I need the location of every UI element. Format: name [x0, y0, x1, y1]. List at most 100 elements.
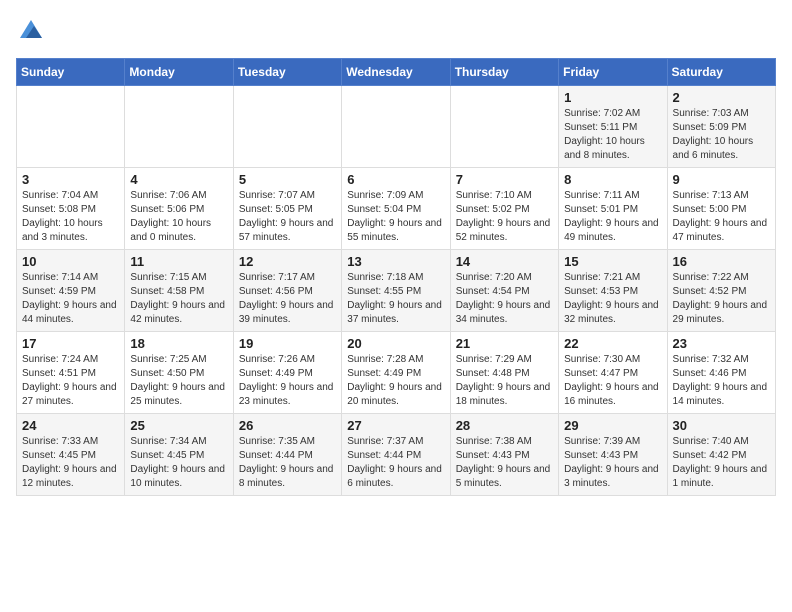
calendar-cell [233, 86, 341, 168]
day-info: Sunrise: 7:13 AM Sunset: 5:00 PM Dayligh… [673, 189, 770, 245]
day-info: Sunrise: 7:35 AM Sunset: 4:44 PM Dayligh… [239, 435, 336, 491]
day-info: Sunrise: 7:15 AM Sunset: 4:58 PM Dayligh… [130, 271, 227, 327]
calendar-week-row: 10Sunrise: 7:14 AM Sunset: 4:59 PM Dayli… [17, 250, 776, 332]
day-info: Sunrise: 7:18 AM Sunset: 4:55 PM Dayligh… [347, 271, 444, 327]
calendar-cell: 28 Sunrise: 7:38 AM Sunset: 4:43 PM Dayli… [450, 414, 558, 496]
day-number: 25 [130, 418, 227, 433]
calendar-cell [125, 86, 233, 168]
day-info: Sunrise: 7:25 AM Sunset: 4:50 PM Dayligh… [130, 353, 227, 409]
day-info: Sunrise: 7:40 AM Sunset: 4:42 PM Dayligh… [673, 435, 770, 491]
day-number: 30 [673, 418, 770, 433]
day-info: Sunrise: 7:26 AM Sunset: 4:49 PM Dayligh… [239, 353, 336, 409]
calendar-cell: 24 Sunrise: 7:33 AM Sunset: 4:45 PM Dayli… [17, 414, 125, 496]
day-number: 6 [347, 172, 444, 187]
day-number: 29 [564, 418, 661, 433]
calendar-cell: 30 Sunrise: 7:40 AM Sunset: 4:42 PM Dayli… [667, 414, 775, 496]
page-header [16, 16, 776, 46]
day-info: Sunrise: 7:37 AM Sunset: 4:44 PM Dayligh… [347, 435, 444, 491]
day-info: Sunrise: 7:39 AM Sunset: 4:43 PM Dayligh… [564, 435, 661, 491]
calendar-cell: 3 Sunrise: 7:04 AM Sunset: 5:08 PM Daylig… [17, 168, 125, 250]
day-info: Sunrise: 7:17 AM Sunset: 4:56 PM Dayligh… [239, 271, 336, 327]
calendar-cell: 10Sunrise: 7:14 AM Sunset: 4:59 PM Dayli… [17, 250, 125, 332]
day-number: 24 [22, 418, 119, 433]
calendar-cell: 29 Sunrise: 7:39 AM Sunset: 4:43 PM Dayli… [559, 414, 667, 496]
day-info: Sunrise: 7:09 AM Sunset: 5:04 PM Dayligh… [347, 189, 444, 245]
calendar-cell: 20 Sunrise: 7:28 AM Sunset: 4:49 PM Dayli… [342, 332, 450, 414]
calendar-cell: 12 Sunrise: 7:17 AM Sunset: 4:56 PM Dayli… [233, 250, 341, 332]
calendar-cell: 21 Sunrise: 7:29 AM Sunset: 4:48 PM Dayli… [450, 332, 558, 414]
day-number: 21 [456, 336, 553, 351]
day-number: 12 [239, 254, 336, 269]
day-info: Sunrise: 7:22 AM Sunset: 4:52 PM Dayligh… [673, 271, 770, 327]
day-number: 14 [456, 254, 553, 269]
calendar-body: 1 Sunrise: 7:02 AM Sunset: 5:11 PM Daylig… [17, 86, 776, 496]
day-number: 8 [564, 172, 661, 187]
calendar-cell: 11Sunrise: 7:15 AM Sunset: 4:58 PM Dayli… [125, 250, 233, 332]
day-info: Sunrise: 7:10 AM Sunset: 5:02 PM Dayligh… [456, 189, 553, 245]
calendar-cell: 15 Sunrise: 7:21 AM Sunset: 4:53 PM Dayli… [559, 250, 667, 332]
calendar-cell: 25 Sunrise: 7:34 AM Sunset: 4:45 PM Dayli… [125, 414, 233, 496]
day-info: Sunrise: 7:38 AM Sunset: 4:43 PM Dayligh… [456, 435, 553, 491]
day-number: 15 [564, 254, 661, 269]
day-number: 13 [347, 254, 444, 269]
calendar-cell: 5 Sunrise: 7:07 AM Sunset: 5:05 PM Daylig… [233, 168, 341, 250]
calendar-cell [17, 86, 125, 168]
day-info: Sunrise: 7:20 AM Sunset: 4:54 PM Dayligh… [456, 271, 553, 327]
day-info: Sunrise: 7:02 AM Sunset: 5:11 PM Dayligh… [564, 107, 661, 163]
calendar-cell: 7 Sunrise: 7:10 AM Sunset: 5:02 PM Daylig… [450, 168, 558, 250]
day-info: Sunrise: 7:33 AM Sunset: 4:45 PM Dayligh… [22, 435, 119, 491]
calendar-header: SundayMondayTuesdayWednesdayThursdayFrid… [17, 59, 776, 86]
day-info: Sunrise: 7:03 AM Sunset: 5:09 PM Dayligh… [673, 107, 770, 163]
day-number: 16 [673, 254, 770, 269]
calendar-cell: 13 Sunrise: 7:18 AM Sunset: 4:55 PM Dayli… [342, 250, 450, 332]
calendar-cell: 27Sunrise: 7:37 AM Sunset: 4:44 PM Dayli… [342, 414, 450, 496]
weekday-header: Wednesday [342, 59, 450, 86]
weekday-header: Sunday [17, 59, 125, 86]
calendar-cell: 19 Sunrise: 7:26 AM Sunset: 4:49 PM Dayli… [233, 332, 341, 414]
calendar-cell: 16 Sunrise: 7:22 AM Sunset: 4:52 PM Dayli… [667, 250, 775, 332]
day-info: Sunrise: 7:06 AM Sunset: 5:06 PM Dayligh… [130, 189, 227, 245]
day-number: 9 [673, 172, 770, 187]
day-number: 20 [347, 336, 444, 351]
day-number: 10 [22, 254, 119, 269]
calendar-cell: 23Sunrise: 7:32 AM Sunset: 4:46 PM Dayli… [667, 332, 775, 414]
day-info: Sunrise: 7:32 AM Sunset: 4:46 PM Dayligh… [673, 353, 770, 409]
calendar-cell: 18Sunrise: 7:25 AM Sunset: 4:50 PM Dayli… [125, 332, 233, 414]
logo [16, 16, 50, 46]
weekday-row: SundayMondayTuesdayWednesdayThursdayFrid… [17, 59, 776, 86]
day-info: Sunrise: 7:21 AM Sunset: 4:53 PM Dayligh… [564, 271, 661, 327]
weekday-header: Monday [125, 59, 233, 86]
weekday-header: Friday [559, 59, 667, 86]
day-number: 26 [239, 418, 336, 433]
day-info: Sunrise: 7:29 AM Sunset: 4:48 PM Dayligh… [456, 353, 553, 409]
calendar-week-row: 24 Sunrise: 7:33 AM Sunset: 4:45 PM Dayli… [17, 414, 776, 496]
calendar-cell: 2 Sunrise: 7:03 AM Sunset: 5:09 PM Daylig… [667, 86, 775, 168]
day-number: 28 [456, 418, 553, 433]
weekday-header: Tuesday [233, 59, 341, 86]
day-number: 5 [239, 172, 336, 187]
calendar-week-row: 1 Sunrise: 7:02 AM Sunset: 5:11 PM Daylig… [17, 86, 776, 168]
day-info: Sunrise: 7:28 AM Sunset: 4:49 PM Dayligh… [347, 353, 444, 409]
calendar-cell: 4 Sunrise: 7:06 AM Sunset: 5:06 PM Daylig… [125, 168, 233, 250]
weekday-header: Thursday [450, 59, 558, 86]
logo-icon [16, 16, 46, 46]
day-number: 3 [22, 172, 119, 187]
day-info: Sunrise: 7:30 AM Sunset: 4:47 PM Dayligh… [564, 353, 661, 409]
day-number: 17 [22, 336, 119, 351]
day-number: 1 [564, 90, 661, 105]
day-info: Sunrise: 7:11 AM Sunset: 5:01 PM Dayligh… [564, 189, 661, 245]
day-number: 19 [239, 336, 336, 351]
day-info: Sunrise: 7:34 AM Sunset: 4:45 PM Dayligh… [130, 435, 227, 491]
day-info: Sunrise: 7:24 AM Sunset: 4:51 PM Dayligh… [22, 353, 119, 409]
day-number: 4 [130, 172, 227, 187]
day-number: 7 [456, 172, 553, 187]
calendar-cell: 22Sunrise: 7:30 AM Sunset: 4:47 PM Dayli… [559, 332, 667, 414]
calendar-cell: 17 Sunrise: 7:24 AM Sunset: 4:51 PM Dayli… [17, 332, 125, 414]
day-info: Sunrise: 7:07 AM Sunset: 5:05 PM Dayligh… [239, 189, 336, 245]
day-number: 2 [673, 90, 770, 105]
calendar-week-row: 3 Sunrise: 7:04 AM Sunset: 5:08 PM Daylig… [17, 168, 776, 250]
calendar-cell [342, 86, 450, 168]
day-info: Sunrise: 7:04 AM Sunset: 5:08 PM Dayligh… [22, 189, 119, 245]
calendar-week-row: 17 Sunrise: 7:24 AM Sunset: 4:51 PM Dayli… [17, 332, 776, 414]
calendar-cell: 8 Sunrise: 7:11 AM Sunset: 5:01 PM Daylig… [559, 168, 667, 250]
